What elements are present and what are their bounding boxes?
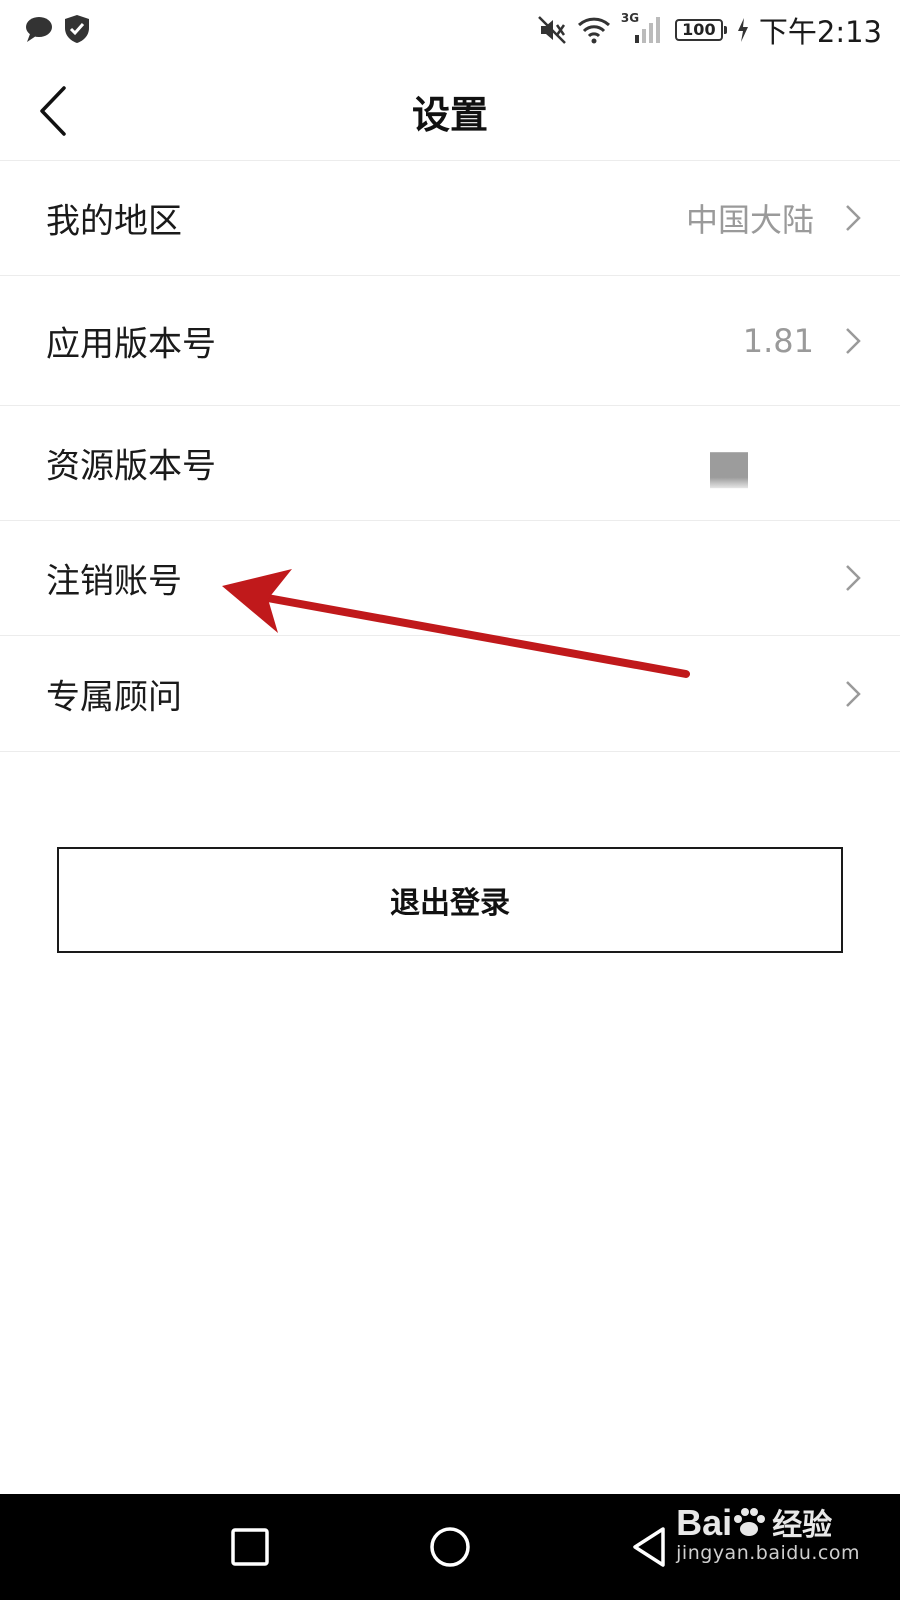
chat-bubble-icon — [26, 17, 52, 42]
settings-item-label: 我的地区 — [46, 201, 182, 242]
redacted-value — [710, 452, 748, 489]
recent-apps-button[interactable] — [225, 1522, 275, 1572]
settings-item-label: 注销账号 — [46, 561, 182, 602]
mute-icon — [537, 16, 566, 44]
home-icon — [430, 1527, 470, 1567]
chevron-right-icon — [846, 680, 861, 707]
status-left-icons — [24, 14, 90, 44]
navigation-bar: Bai 经验 jingyan.baidu.com — [0, 1494, 900, 1600]
paw-icon — [734, 1508, 766, 1536]
home-button[interactable] — [425, 1522, 475, 1572]
settings-item-resource-version[interactable]: 资源版本号 — [0, 406, 900, 521]
settings-item-advisor[interactable]: 专属顾问 — [0, 636, 900, 752]
settings-item-value: 中国大陆 — [685, 201, 814, 239]
recent-apps-icon — [231, 1528, 269, 1566]
settings-item-value: 1.81 — [742, 321, 814, 360]
chevron-right-icon — [846, 205, 861, 231]
logout-button[interactable]: 退出登录 — [57, 847, 843, 953]
settings-item-label: 资源版本号 — [46, 446, 216, 487]
settings-list: 我的地区 中国大陆 应用版本号 1.81 资源版本号 注销账号 专属顾问 — [0, 161, 900, 752]
status-bar: 3G 100 下午2:13 — [0, 0, 900, 62]
watermark: Bai 经验 jingyan.baidu.com — [676, 1500, 860, 1564]
chevron-right-icon — [846, 565, 861, 591]
watermark-logo: Bai 经验 — [676, 1502, 833, 1543]
status-right-icons: 3G 100 下午2:13 — [537, 10, 882, 50]
signal-icon: 3G — [621, 11, 665, 45]
chevron-right-icon — [846, 327, 861, 354]
battery-icon: 100 — [674, 19, 727, 41]
shield-check-icon — [65, 15, 89, 43]
watermark-url: jingyan.baidu.com — [676, 1542, 860, 1564]
settings-item-label: 专属顾问 — [46, 677, 182, 717]
settings-item-region[interactable]: 我的地区 中国大陆 — [0, 161, 900, 276]
settings-item-app-version[interactable]: 应用版本号 1.81 — [0, 276, 900, 406]
wifi-icon — [577, 17, 610, 44]
back-nav-button[interactable] — [625, 1522, 675, 1572]
status-time: 下午2:13 — [758, 15, 882, 49]
back-triangle-icon — [633, 1527, 665, 1567]
settings-item-label: 应用版本号 — [46, 324, 216, 364]
header: 设置 — [0, 62, 900, 161]
page-title: 设置 — [411, 92, 488, 137]
settings-item-delete-account[interactable]: 注销账号 — [0, 521, 900, 636]
charging-icon — [737, 18, 748, 42]
